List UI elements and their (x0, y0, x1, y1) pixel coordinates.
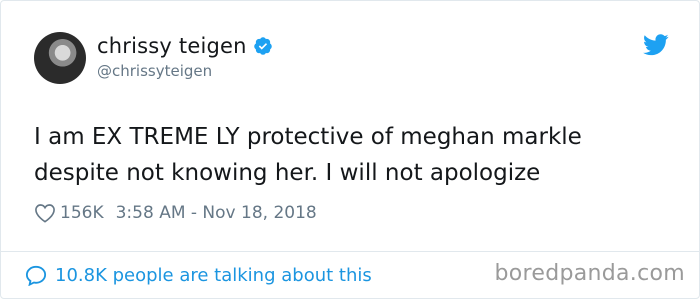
tweet-text: I am EX TREME LY protective of meghan ma… (34, 119, 674, 191)
card-divider (1, 251, 700, 252)
speech-bubble-icon (25, 265, 47, 286)
tweet-text-line-2: despite not knowing her. I will not apol… (34, 160, 541, 186)
author-handle[interactable]: @chrissyteigen (97, 62, 212, 80)
watermark: boredpanda.com (494, 261, 685, 286)
tweet-meta: 156K 3:58 AM - Nov 18, 2018 (34, 201, 317, 225)
author-name-row: chrissy teigen (97, 32, 273, 60)
like-count[interactable]: 156K (60, 203, 104, 223)
twitter-bird-icon[interactable] (643, 34, 669, 56)
conversation-label: 10.8K people are talking about this (55, 264, 372, 286)
tweet-text-line-1: I am EX TREME LY protective of meghan ma… (34, 124, 582, 150)
tweet-timestamp[interactable]: 3:58 AM - Nov 18, 2018 (116, 203, 317, 223)
heart-icon[interactable] (34, 203, 56, 223)
avatar[interactable] (34, 32, 86, 84)
author-display-name[interactable]: chrissy teigen (97, 34, 247, 58)
verified-badge-icon (253, 37, 272, 55)
tweet-card: chrissy teigen @chrissyteigen I am EX TR… (0, 0, 700, 299)
conversation-link[interactable]: 10.8K people are talking about this (25, 262, 372, 288)
